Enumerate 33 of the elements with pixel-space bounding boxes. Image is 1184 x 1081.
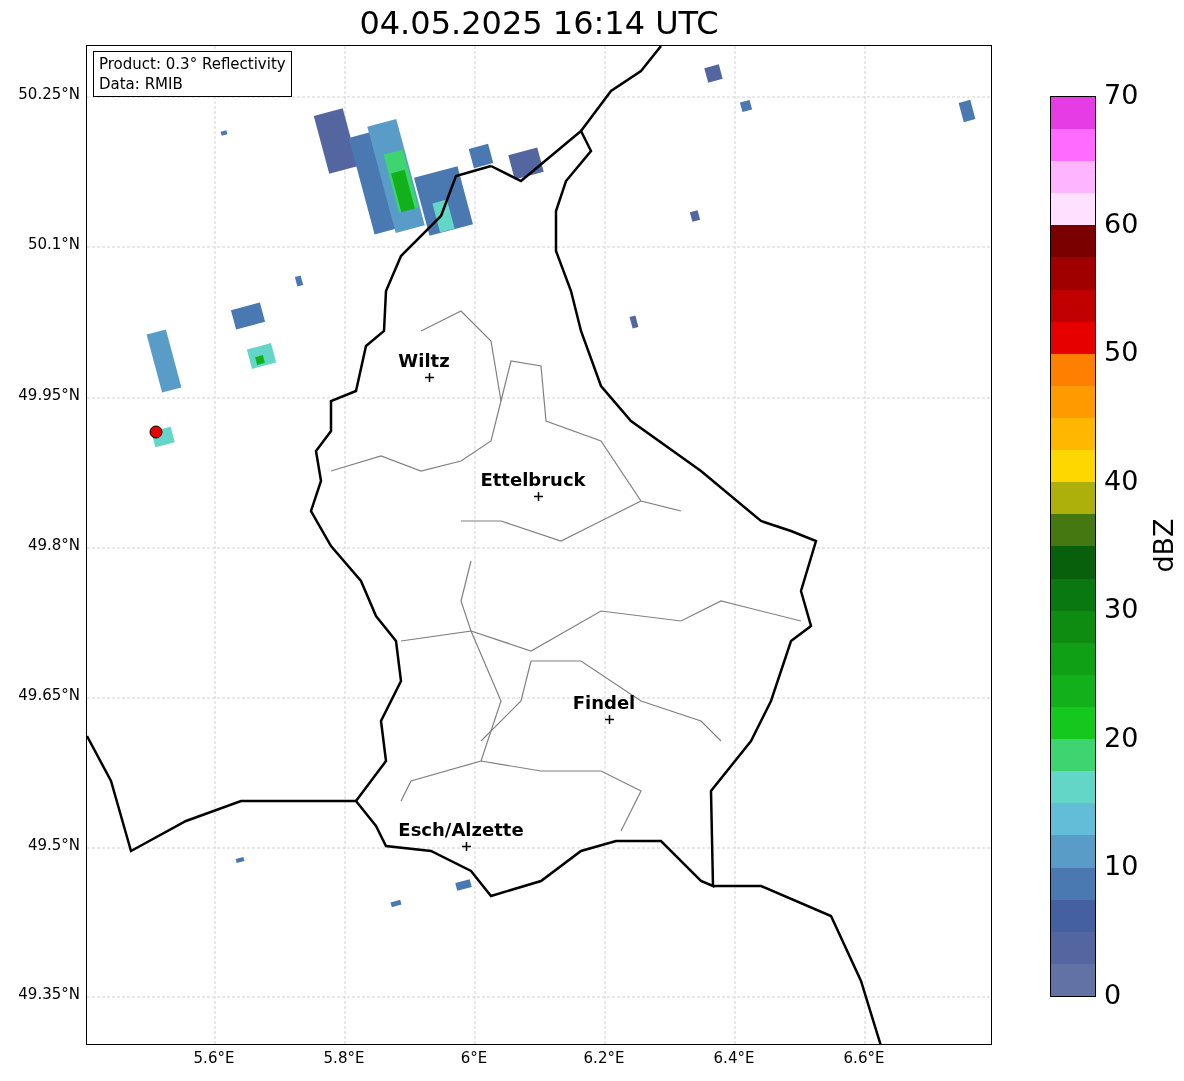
city-label: Ettelbruck bbox=[480, 471, 586, 489]
latitude-label: 49.5°N bbox=[27, 838, 80, 853]
info-text: Product: 0.3° Reflectivity bbox=[99, 54, 286, 74]
city-marker-icon bbox=[462, 842, 471, 851]
colorbar-tick-label: 40 bbox=[1104, 466, 1139, 494]
city-label: Wiltz bbox=[398, 352, 450, 370]
longitude-label: 6°E bbox=[460, 1051, 488, 1066]
longitude-label: 5.8°E bbox=[323, 1051, 365, 1066]
longitude-label: 6.2°E bbox=[583, 1051, 625, 1066]
latitude-label: 49.35°N bbox=[18, 987, 80, 1002]
latitude-label: 50.25°N bbox=[18, 87, 80, 102]
colorbar-label: dBZ bbox=[1149, 518, 1177, 573]
colorbar-tick-label: 10 bbox=[1104, 852, 1139, 880]
latitude-label: 49.8°N bbox=[27, 538, 80, 553]
chart-title: 04.05.2025 16:14 UTC bbox=[359, 6, 719, 39]
latitude-label: 50.1°N bbox=[27, 237, 80, 252]
city-label: Esch/Alzette bbox=[398, 821, 524, 839]
colorbar-tick-label: 60 bbox=[1104, 209, 1139, 237]
colorbar-tick-label: 70 bbox=[1104, 81, 1139, 108]
colorbar-tick-label: 50 bbox=[1104, 338, 1139, 366]
longitude-label: 5.6°E bbox=[193, 1051, 235, 1066]
city-label: Findel bbox=[572, 694, 636, 712]
latitude-label: 49.95°N bbox=[18, 388, 80, 403]
longitude-label: 6.4°E bbox=[713, 1051, 755, 1066]
city-marker-icon bbox=[534, 492, 543, 501]
city-marker-icon bbox=[425, 373, 434, 382]
colorbar-tick-label: 30 bbox=[1104, 595, 1139, 623]
longitude-label: 6.6°E bbox=[843, 1051, 885, 1066]
colorbar-tick-label: 20 bbox=[1104, 723, 1139, 751]
info-text: Data: RMIB bbox=[99, 74, 184, 94]
latitude-label: 49.65°N bbox=[18, 688, 80, 703]
city-marker-icon bbox=[605, 715, 614, 724]
colorbar-tick-label: 0 bbox=[1104, 981, 1122, 1008]
